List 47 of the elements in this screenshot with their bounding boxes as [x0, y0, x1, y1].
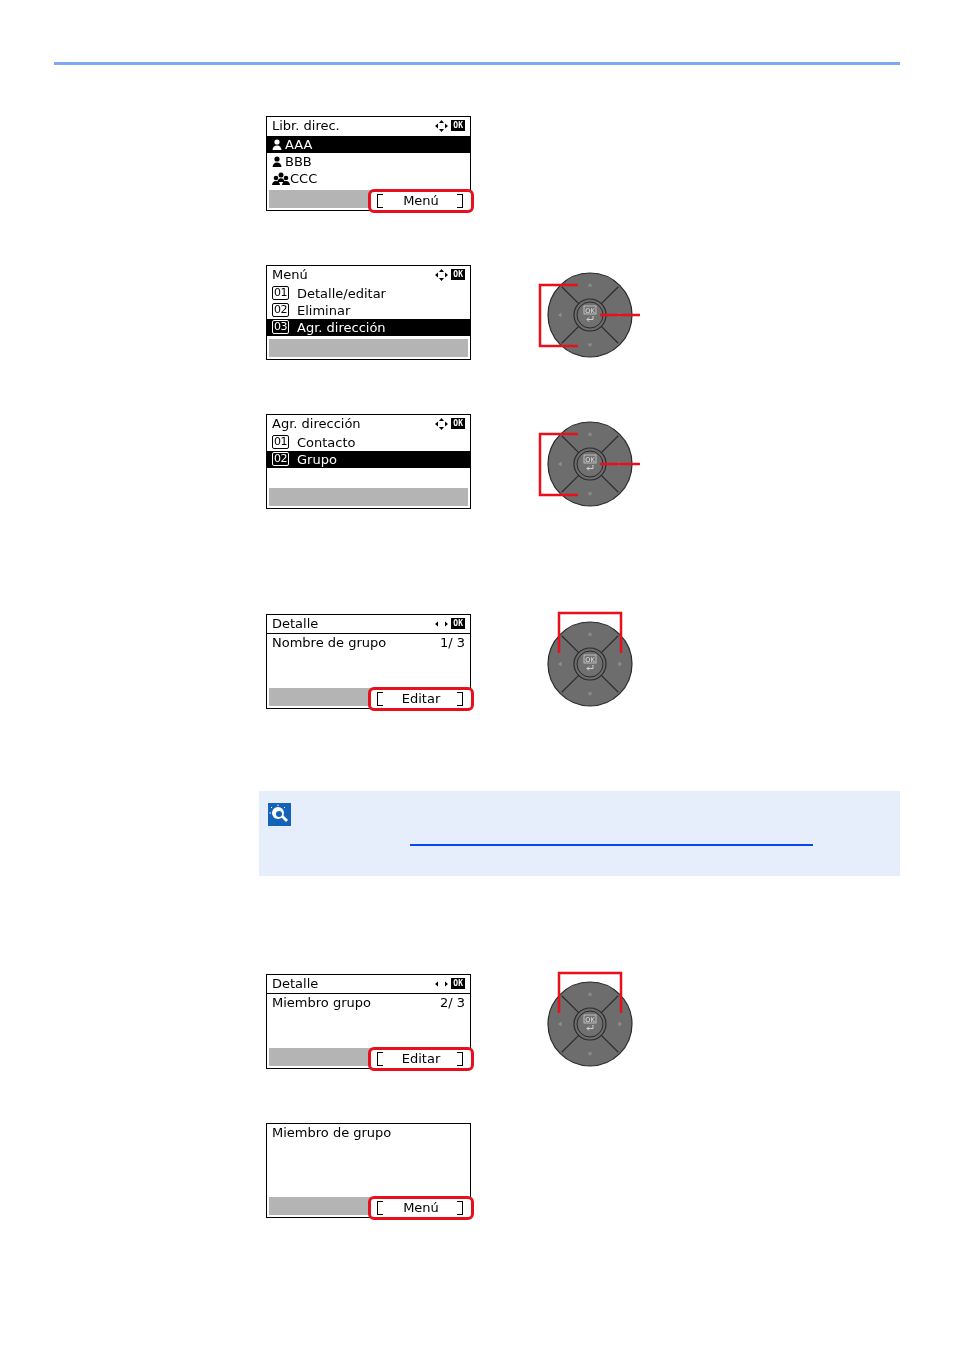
item-label: Contacto	[297, 433, 357, 451]
keypad-drawing[interactable]	[547, 621, 633, 707]
item-number: 03	[272, 320, 289, 334]
item-label: Detalle/editar	[297, 284, 387, 302]
ok-badge: OK	[451, 618, 465, 629]
ok-badge: OK	[451, 269, 465, 280]
left-right-arrows-icon	[435, 979, 449, 988]
page-counter: 1/ 3	[439, 633, 465, 651]
softkey-button[interactable]: Menú	[368, 1195, 474, 1220]
softkey-button[interactable]: Editar	[368, 1046, 474, 1071]
four-way-arrows-icon	[435, 119, 449, 132]
keypad-drawing[interactable]	[547, 421, 633, 507]
item-label: Eliminar	[297, 301, 352, 319]
item-number: 02	[272, 303, 289, 317]
person-icon	[272, 155, 282, 167]
item-label: Agr. dirección	[297, 318, 387, 336]
menu-item[interactable]: AAA	[267, 135, 470, 153]
item-number: 01	[272, 435, 289, 449]
softkey-button[interactable]: Menú	[368, 188, 474, 213]
screen-title: Agr. dirección	[272, 415, 362, 432]
screen-title: Miembro de grupo	[272, 1124, 393, 1141]
page-counter: 2/ 3	[439, 993, 465, 1011]
ok-badge: OK	[451, 120, 465, 131]
person-icon	[272, 138, 282, 150]
item-label: CCC	[290, 169, 319, 187]
item-label: AAA	[285, 135, 314, 153]
softkey-button[interactable]: Editar	[368, 686, 474, 711]
screen-title: Menú	[272, 266, 309, 283]
four-way-arrows-icon	[435, 417, 449, 430]
item-label: Nombre de grupo	[272, 633, 388, 651]
screen-title: Libr. direc.	[272, 117, 341, 134]
four-way-arrows-icon	[435, 268, 449, 281]
highlight-bracket	[557, 971, 623, 1013]
item-label: Grupo	[297, 450, 338, 468]
ok-badge: OK	[451, 978, 465, 989]
item-label: Miembro grupo	[272, 993, 372, 1011]
item-number: 01	[272, 286, 289, 300]
screen-title: Detalle	[272, 615, 320, 632]
people-icon	[272, 171, 290, 185]
ok-badge: OK	[451, 418, 465, 429]
highlight-bracket	[557, 611, 623, 653]
left-right-arrows-icon	[435, 619, 449, 628]
item-number: 02	[272, 452, 289, 466]
keypad-drawing[interactable]	[547, 981, 633, 1067]
item-label: BBB	[285, 152, 313, 170]
keypad-drawing[interactable]	[547, 272, 633, 358]
screen-title: Detalle	[272, 975, 320, 992]
